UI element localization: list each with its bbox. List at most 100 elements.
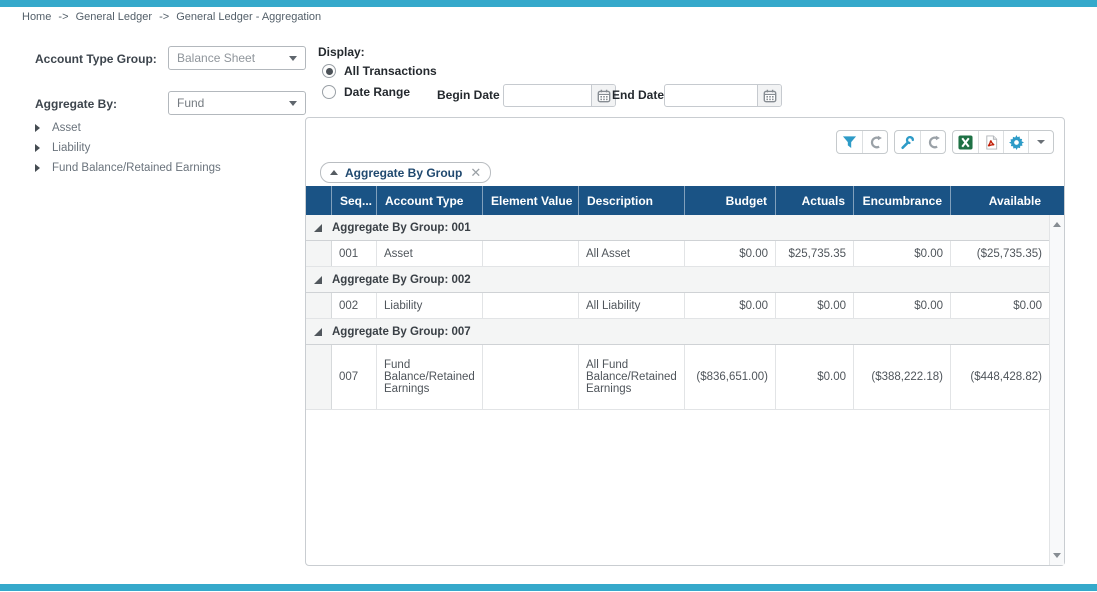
refresh-filter-button[interactable] xyxy=(862,131,887,153)
group-title: Aggregate By Group: 001 xyxy=(332,221,471,234)
header-seq[interactable]: Seq... xyxy=(332,186,377,215)
header-description[interactable]: Description xyxy=(579,186,685,215)
cell-actuals: $25,735.35 xyxy=(776,241,854,266)
aggregate-by-value: Fund xyxy=(177,96,205,110)
more-options-button[interactable] xyxy=(1028,131,1053,153)
collapse-group-icon[interactable] xyxy=(314,275,322,284)
triangle-down-icon xyxy=(1053,553,1061,558)
scroll-down-button[interactable] xyxy=(1050,548,1064,563)
group-header-001[interactable]: Aggregate By Group: 001 xyxy=(306,215,1049,241)
end-date-input[interactable] xyxy=(665,85,757,106)
table-row[interactable]: 002 Liability All Liability $0.00 $0.00 … xyxy=(306,293,1049,319)
vertical-scrollbar[interactable] xyxy=(1049,215,1064,565)
close-icon[interactable]: ✕ xyxy=(470,166,481,179)
expand-arrow-icon[interactable] xyxy=(35,144,40,152)
breadcrumb-current-page: General Ledger - Aggregation xyxy=(176,11,322,23)
calendar-icon[interactable] xyxy=(757,85,781,106)
customize-button[interactable] xyxy=(895,131,920,153)
header-expander-column xyxy=(306,186,332,215)
breadcrumb-general-ledger[interactable]: General Ledger xyxy=(76,11,152,23)
cell-description: All Asset xyxy=(579,241,685,266)
collapse-group-icon[interactable] xyxy=(314,223,322,232)
tree-item-fund-balance[interactable]: Fund Balance/Retained Earnings xyxy=(35,158,221,178)
account-type-group-label: Account Type Group: xyxy=(35,52,157,66)
end-date-label: End Date xyxy=(612,88,665,102)
end-date-field xyxy=(664,84,782,107)
cell-available: ($448,428.82) xyxy=(970,371,1042,383)
cell-seq: 001 xyxy=(332,241,377,266)
settings-button[interactable] xyxy=(1003,131,1028,153)
all-transactions-label: All Transactions xyxy=(344,64,437,78)
top-accent-bar xyxy=(0,0,1097,7)
aggregation-table: Seq... Account Type Element Value Descri… xyxy=(306,186,1049,410)
aggregate-by-select[interactable]: Fund xyxy=(168,91,306,115)
cell-encumbrance: ($388,222.18) xyxy=(854,345,951,409)
expand-arrow-icon[interactable] xyxy=(35,124,40,132)
cell-element-value xyxy=(483,241,579,266)
header-available[interactable]: Available xyxy=(951,186,1049,215)
header-element-value[interactable]: Element Value xyxy=(483,186,579,215)
account-type-tree: Asset Liability Fund Balance/Retained Ea… xyxy=(35,118,221,178)
cell-encumbrance: $0.00 xyxy=(854,241,951,266)
customize-button-group xyxy=(894,130,946,154)
cell-element-value xyxy=(483,345,579,409)
header-budget[interactable]: Budget xyxy=(685,186,776,215)
excel-export-button[interactable] xyxy=(953,131,978,153)
chevron-down-icon xyxy=(289,100,297,106)
tree-item-liability[interactable]: Liability xyxy=(35,138,221,158)
account-type-group-select[interactable]: Balance Sheet xyxy=(168,46,306,70)
radio-button-icon[interactable] xyxy=(322,85,336,99)
cell-account-type: Liability xyxy=(377,293,483,318)
refresh-icon xyxy=(870,135,882,148)
radio-date-range[interactable]: Date Range xyxy=(322,85,410,99)
chevron-down-icon xyxy=(1037,140,1045,144)
table-row[interactable]: 007 Fund Balance/Retained Earnings All F… xyxy=(306,345,1049,410)
scroll-up-button[interactable] xyxy=(1050,217,1064,232)
filter-button-group xyxy=(836,130,888,154)
header-scrollbar-stub xyxy=(1049,186,1064,215)
aggregate-by-group-chip[interactable]: Aggregate By Group ✕ xyxy=(320,162,492,183)
group-header-007[interactable]: Aggregate By Group: 007 xyxy=(306,319,1049,345)
group-title: Aggregate By Group: 007 xyxy=(332,325,471,338)
radio-button-icon[interactable] xyxy=(322,64,336,78)
header-encumbrance[interactable]: Encumbrance xyxy=(854,186,951,215)
pdf-icon xyxy=(985,134,997,150)
cell-account-type: Fund Balance/Retained Earnings xyxy=(377,345,483,409)
tree-item-label: Liability xyxy=(52,142,91,154)
collapse-group-icon[interactable] xyxy=(314,327,322,336)
sort-ascending-icon xyxy=(330,170,338,175)
table-header-row: Seq... Account Type Element Value Descri… xyxy=(306,186,1049,215)
triangle-up-icon xyxy=(1053,222,1061,227)
cell-budget: ($836,651.00) xyxy=(685,345,776,409)
row-expander-cell xyxy=(306,345,332,409)
cell-element-value xyxy=(483,293,579,318)
general-ledger-aggregation-page: Home -> General Ledger -> General Ledger… xyxy=(0,0,1097,592)
cell-available: ($25,735.35) xyxy=(976,247,1042,260)
breadcrumb-separator: -> xyxy=(159,11,170,23)
header-actuals[interactable]: Actuals xyxy=(776,186,854,215)
grid-panel: Aggregate By Group ✕ Seq... Account Type… xyxy=(305,117,1065,566)
refresh-grid-button[interactable] xyxy=(920,131,945,153)
breadcrumb-home[interactable]: Home xyxy=(22,11,51,23)
cell-available: $0.00 xyxy=(1013,299,1042,312)
header-account-type[interactable]: Account Type xyxy=(377,186,483,215)
group-title: Aggregate By Group: 002 xyxy=(332,273,471,286)
gear-icon xyxy=(1008,134,1024,150)
grid-toolbar xyxy=(836,130,1054,154)
cell-encumbrance: $0.00 xyxy=(854,293,951,318)
breadcrumb: Home -> General Ledger -> General Ledger… xyxy=(22,11,325,23)
pdf-export-button[interactable] xyxy=(978,131,1003,153)
table-row[interactable]: 001 Asset All Asset $0.00 $25,735.35 $0.… xyxy=(306,241,1049,267)
aggregate-by-label: Aggregate By: xyxy=(35,97,118,111)
group-header-002[interactable]: Aggregate By Group: 002 xyxy=(306,267,1049,293)
radio-all-transactions[interactable]: All Transactions xyxy=(322,64,437,78)
tree-item-label: Fund Balance/Retained Earnings xyxy=(52,162,221,174)
cell-description: All Fund Balance/Retained Earnings xyxy=(579,345,685,409)
expand-arrow-icon[interactable] xyxy=(35,164,40,172)
cell-actuals: $0.00 xyxy=(776,345,854,409)
filter-button[interactable] xyxy=(837,131,862,153)
row-expander-cell xyxy=(306,293,332,318)
tree-item-asset[interactable]: Asset xyxy=(35,118,221,138)
begin-date-input[interactable] xyxy=(504,85,591,106)
export-settings-group xyxy=(952,130,1054,154)
